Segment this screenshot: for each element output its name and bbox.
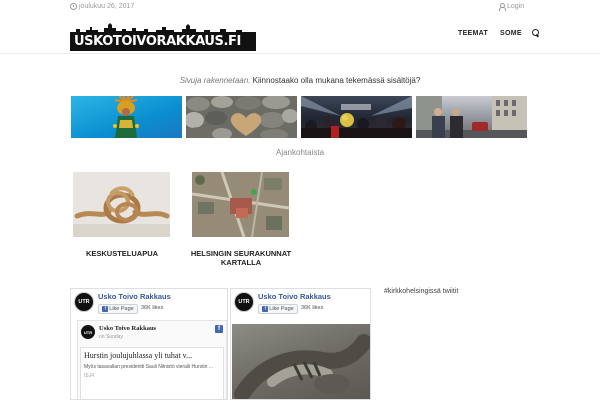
post-photo-handshake[interactable]	[232, 324, 370, 399]
nav-teemat[interactable]: TEEMAT	[458, 30, 488, 37]
post-meta: on Sunday	[99, 334, 123, 340]
like-page-label: Like Page	[269, 306, 294, 312]
page-name-link[interactable]: Usko Toivo Rakkaus	[98, 292, 171, 301]
gallery-image-street[interactable]	[416, 96, 527, 138]
page-name-link[interactable]: Usko Toivo Rakkaus	[258, 292, 331, 301]
intro-pre: Sivuja rakennetaan.	[179, 76, 251, 85]
date-text: joulukuu 26, 2017	[79, 3, 135, 10]
facebook-page-widget-2: UTR Usko Toivo Rakkaus f Like Page 36K l…	[230, 288, 371, 400]
facebook-f-icon: f	[262, 306, 269, 312]
site-header: USKOTOIVORAKKAUS.FI TEEMAT SOME	[0, 16, 600, 54]
intro-cta-link[interactable]: Kiinnostaako olla mukana tekemässä sisäl…	[253, 76, 421, 85]
twitter-widget-title[interactable]: #kirkkohelsingissä twiitit	[384, 288, 458, 295]
card-image-knot[interactable]	[73, 172, 170, 237]
section-title: Ajankohtaista	[275, 148, 325, 157]
like-page-button[interactable]: f Like Page	[98, 304, 138, 314]
post-link-preview[interactable]: Hurstin joulujuhlassa yli tuhat v... Myö…	[80, 347, 224, 399]
card-image-map[interactable]	[192, 172, 289, 237]
likes-count: 36K likes	[141, 305, 164, 311]
gallery-image-carnival[interactable]	[71, 96, 182, 138]
nav-some[interactable]: SOME	[500, 30, 522, 37]
user-icon	[498, 3, 506, 11]
gallery-image-stones[interactable]	[186, 96, 297, 138]
like-page-button[interactable]: f Like Page	[258, 304, 298, 314]
like-page-label: Like Page	[109, 306, 134, 312]
card-label-keskusteluapua[interactable]: KESKUSTELUAPUA	[62, 249, 182, 258]
facebook-logo-icon: f	[215, 325, 223, 333]
clock-icon	[70, 3, 77, 10]
login-label[interactable]: Login	[507, 3, 524, 10]
post-description: Myös tasavallan presidentti Sauli Niinis…	[84, 364, 213, 370]
facebook-page-widget: UTR Usko Toivo Rakkaus f Like Page 36K l…	[70, 288, 228, 400]
logo-text: USKOTOIVORAKKAUS.FI	[74, 34, 241, 49]
likes-count: 36K likes	[301, 305, 324, 311]
facebook-f-icon: f	[102, 306, 109, 312]
facebook-post[interactable]: UTR Usko Toivo Rakkaus on Sunday f Hurst…	[77, 320, 227, 399]
site-logo[interactable]: USKOTOIVORAKKAUS.FI	[70, 21, 256, 51]
search-icon[interactable]	[532, 29, 540, 37]
post-headline[interactable]: Hurstin joulujuhlassa yli tuhat v...	[84, 351, 222, 360]
gallery-image-concert[interactable]	[301, 96, 412, 138]
post-avatar: UTR	[81, 325, 95, 339]
post-date: joulukuu 26, 2017	[70, 3, 134, 10]
post-author[interactable]: Usko Toivo Rakkaus	[99, 325, 156, 332]
page-avatar[interactable]: UTR	[74, 292, 94, 312]
page-avatar[interactable]: UTR	[234, 292, 254, 312]
post-source: IS.FI	[84, 373, 95, 379]
card-label-seurakunnat-kartalla[interactable]: HELSINGIN SEURAKUNNAT KARTALLA	[181, 249, 301, 267]
intro-text: Sivuja rakennetaan. Kiinnostaako olla mu…	[0, 76, 600, 85]
login-link[interactable]: Login	[498, 3, 524, 11]
top-bar: joulukuu 26, 2017 Login	[0, 0, 600, 16]
